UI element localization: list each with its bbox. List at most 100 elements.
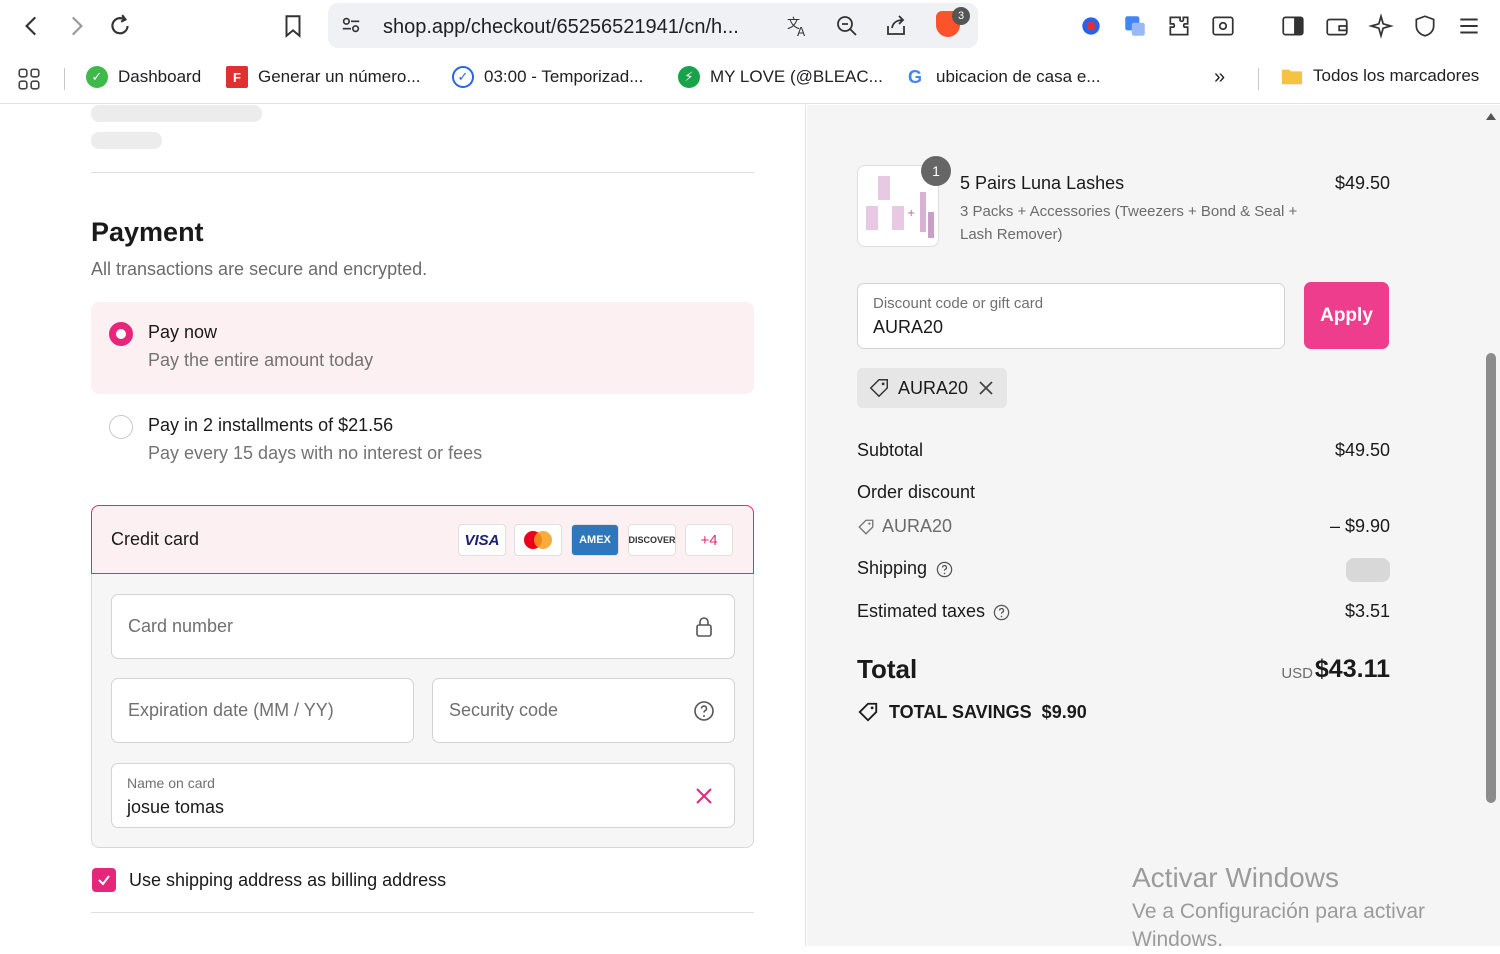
- bookmark-generar[interactable]: F Generar un número...: [226, 66, 421, 88]
- security-code-field[interactable]: Security code: [432, 678, 735, 743]
- extension-translate-icon[interactable]: [1117, 8, 1153, 44]
- option-description: Pay every 15 days with no interest or fe…: [148, 443, 483, 463]
- tag-icon: [869, 379, 888, 398]
- billing-checkbox-label[interactable]: Use shipping address as billing address: [129, 870, 446, 891]
- scrollbar[interactable]: [1483, 105, 1500, 946]
- sidebar-icon[interactable]: [1275, 8, 1311, 44]
- bolt-favicon: ⚡: [678, 66, 700, 88]
- svg-text:+: +: [907, 208, 915, 219]
- zoom-icon[interactable]: [833, 12, 861, 40]
- discount-code-field[interactable]: Discount code or gift card AURA20: [857, 283, 1285, 349]
- total-value: $43.11: [1314, 655, 1390, 683]
- mastercard-logo: [514, 524, 562, 556]
- product-name: 5 Pairs Luna Lashes: [960, 173, 1125, 193]
- card-number-placeholder: Card number: [128, 616, 234, 636]
- bookmark-label: MY LOVE (@BLEAC...: [710, 67, 883, 86]
- total-label: Total: [857, 654, 918, 684]
- card-number-field[interactable]: Card number: [111, 594, 735, 659]
- apps-icon[interactable]: [16, 66, 42, 92]
- payment-subtitle: All transactions are secure and encrypte…: [91, 259, 428, 279]
- shields-count-badge: 3: [952, 7, 970, 25]
- credit-card-label: Credit card: [111, 529, 200, 549]
- extensions-icon[interactable]: [1161, 8, 1197, 44]
- installments-option[interactable]: Pay in 2 installments of $21.56 Pay ever…: [91, 395, 754, 487]
- total-currency: USD: [1281, 665, 1313, 682]
- security-code-placeholder: Security code: [449, 700, 559, 720]
- menu-icon[interactable]: [1451, 8, 1487, 44]
- expiration-field[interactable]: Expiration date (MM / YY): [111, 678, 414, 743]
- total-savings: TOTAL SAVINGS $9.90: [857, 701, 1087, 723]
- credit-card-header[interactable]: Credit card VISA AMEX DISCOVER +4: [91, 505, 754, 574]
- divider: [91, 912, 754, 913]
- forward-icon[interactable]: [58, 8, 94, 44]
- expiration-placeholder: Expiration date (MM / YY): [128, 700, 334, 720]
- all-bookmarks-folder[interactable]: Todos los marcadores: [1281, 66, 1479, 86]
- pay-now-radio[interactable]: [109, 322, 133, 346]
- checkout-page: Payment All transactions are secure and …: [0, 105, 1500, 946]
- option-title: Pay now: [148, 322, 218, 342]
- bookmark-label: 03:00 - Temporizad...: [484, 67, 644, 86]
- apply-button[interactable]: Apply: [1304, 282, 1389, 349]
- bookmark-page-icon[interactable]: [275, 8, 311, 44]
- help-icon[interactable]: [992, 603, 1011, 622]
- shipping-row: Shipping: [857, 558, 1390, 584]
- wallet-icon[interactable]: [1319, 8, 1355, 44]
- browser-toolbar: shop.app/checkout/65256521941/cn/h... 文A…: [0, 0, 1500, 52]
- bookmark-timer[interactable]: ✓ 03:00 - Temporizad...: [452, 66, 643, 88]
- shipping-label: Shipping: [857, 558, 928, 578]
- remove-discount-icon[interactable]: [977, 379, 995, 397]
- product-variant: 3 Packs + Accessories (Tweezers + Bond &…: [960, 203, 1298, 243]
- tag-icon: [858, 519, 874, 535]
- discount-code-label: Discount code or gift card: [873, 295, 1044, 312]
- tag-icon: [858, 702, 878, 722]
- leo-ai-icon[interactable]: [1363, 8, 1399, 44]
- name-on-card-field[interactable]: Name on card josue tomas: [111, 763, 735, 828]
- reload-icon[interactable]: [102, 8, 138, 44]
- bookmark-ubicacion[interactable]: G ubicacion de casa e...: [904, 66, 1100, 88]
- installments-radio[interactable]: [109, 415, 133, 439]
- bookmark-label: ubicacion de casa e...: [936, 67, 1101, 86]
- amex-logo: AMEX: [571, 524, 619, 556]
- dashboard-favicon: ✓: [86, 66, 108, 88]
- screenshot-icon[interactable]: [1205, 8, 1241, 44]
- more-cards-badge: +4: [685, 524, 733, 556]
- subtotal-value: $49.50: [1334, 440, 1390, 460]
- site-settings-icon[interactable]: [340, 14, 362, 41]
- vpn-shield-icon[interactable]: [1407, 8, 1443, 44]
- watermark-title: Activar Windows: [1132, 862, 1339, 893]
- order-discount-label: Order discount: [857, 482, 976, 502]
- url-text[interactable]: shop.app/checkout/65256521941/cn/h...: [383, 16, 739, 39]
- visa-logo: VISA: [458, 524, 506, 556]
- checkmark-icon: [98, 875, 110, 886]
- applied-code: AURA20: [898, 378, 969, 398]
- help-icon[interactable]: [935, 560, 954, 579]
- taxes-value: $3.51: [1344, 601, 1390, 621]
- scroll-up-icon[interactable]: [1486, 113, 1496, 120]
- clear-icon[interactable]: [692, 784, 716, 808]
- address-bar[interactable]: shop.app/checkout/65256521941/cn/h... 文A: [328, 3, 978, 48]
- bookmark-dashboard[interactable]: ✓ Dashboard: [86, 66, 201, 88]
- divider: [91, 172, 754, 173]
- pay-now-option[interactable]: Pay now Pay the entire amount today: [91, 302, 754, 394]
- applied-discount-tag: AURA20: [857, 368, 1007, 408]
- discount-code-value[interactable]: AURA20: [873, 317, 943, 338]
- more-bookmarks-icon[interactable]: »: [1214, 66, 1225, 89]
- billing-checkbox[interactable]: [92, 868, 116, 892]
- scrollbar-thumb[interactable]: [1486, 353, 1496, 803]
- timer-favicon: ✓: [452, 66, 474, 88]
- svg-text:A: A: [797, 25, 806, 38]
- lock-icon: [696, 617, 712, 637]
- folder-icon: [1281, 69, 1303, 85]
- name-on-card-value[interactable]: josue tomas: [127, 797, 224, 818]
- extension-vpn-icon[interactable]: [1073, 8, 1109, 44]
- bookmark-label: Dashboard: [118, 67, 202, 86]
- windows-activation-watermark: Activar Windows Ve a Configuración para …: [1132, 862, 1452, 954]
- back-icon[interactable]: [14, 8, 50, 44]
- payment-column: Payment All transactions are secure and …: [0, 105, 806, 946]
- share-icon[interactable]: [882, 12, 910, 40]
- help-icon[interactable]: [692, 699, 716, 723]
- credit-card-panel: Credit card VISA AMEX DISCOVER +4 Card n…: [91, 505, 754, 848]
- bookmarks-bar: ✓ Dashboard F Generar un número... ✓ 03:…: [0, 52, 1500, 104]
- translate-icon[interactable]: 文A: [784, 12, 812, 40]
- bookmark-mylove[interactable]: ⚡ MY LOVE (@BLEAC...: [678, 66, 883, 88]
